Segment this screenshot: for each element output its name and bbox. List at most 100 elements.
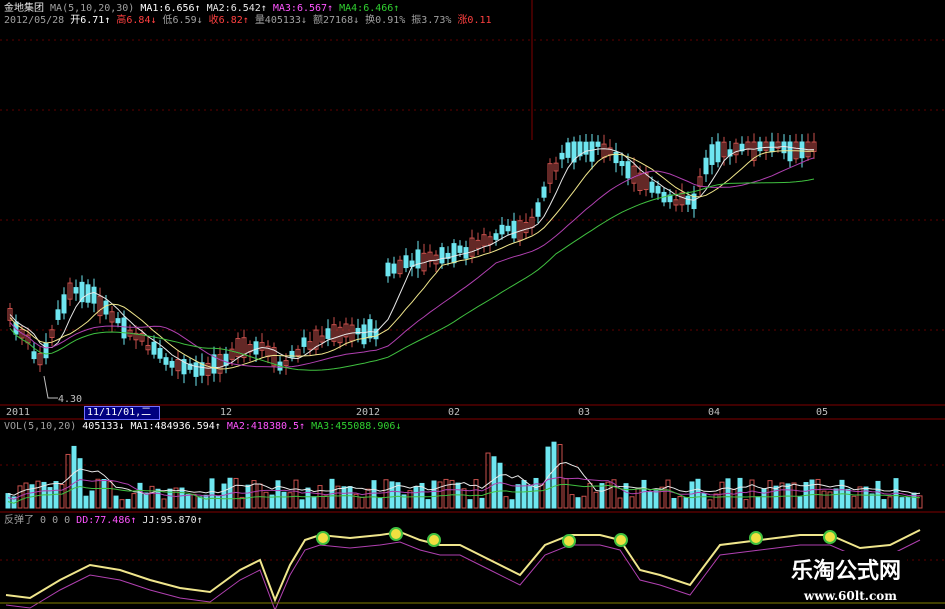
cursor-date-label[interactable]: 11/11/01,二: [84, 406, 160, 420]
volume-bar: [887, 496, 893, 509]
volume-bar: [617, 497, 623, 509]
volume-bar: [179, 487, 185, 509]
volume-bar: [461, 488, 467, 509]
volume-header: VOL(5,10,20) 405133↓ MA1:484936.594↑ MA2…: [4, 421, 401, 433]
volume-bar: [125, 498, 131, 509]
volume-bar: [653, 490, 659, 509]
volume-bar: [191, 493, 197, 509]
axis-label-04: 04: [708, 407, 721, 418]
volume-bar: [473, 479, 479, 509]
candle-body: [121, 317, 127, 339]
candle-body: [685, 195, 691, 205]
candle-body: [361, 324, 367, 345]
volume-bar: [431, 480, 437, 509]
volume-bar: [59, 484, 65, 509]
volume-bar: [263, 491, 269, 509]
axis-label-12: 12: [220, 407, 233, 418]
volume-bar: [857, 486, 863, 509]
volume-bar: [851, 495, 857, 509]
volume-bar: [503, 496, 509, 509]
volume-bar: [35, 480, 41, 509]
indicator-zeros: 0 0 0: [40, 515, 71, 526]
volume-bar: [509, 499, 515, 509]
volume-bar: [65, 453, 71, 509]
candle-body: [43, 342, 49, 359]
volume-bar: [365, 488, 371, 509]
candle-body: [505, 225, 511, 232]
volume-bar: [701, 492, 707, 509]
volume-bar: [677, 496, 683, 509]
volume-bar: [623, 483, 629, 509]
volume-bar: [383, 479, 389, 509]
volume-bar: [791, 482, 797, 509]
volume-bar: [203, 494, 209, 509]
volume-bar: [311, 496, 317, 509]
volume-bar: [881, 499, 887, 509]
volume-bar: [671, 497, 677, 509]
axis-label-2011: 2011: [6, 407, 31, 418]
dd-line: [5, 539, 921, 609]
volume-bar: [245, 484, 251, 509]
volume-ma1: MA1:484936.594↑: [130, 421, 221, 432]
candle-body: [559, 152, 565, 160]
volume-bar: [827, 491, 833, 509]
candle-body: [169, 360, 175, 368]
volume-bar: [515, 484, 521, 509]
candle-body: [115, 318, 121, 324]
volume-bar: [197, 496, 203, 509]
volume-bar: [77, 458, 83, 509]
volume-bar: [107, 481, 113, 509]
volume-bar: [323, 495, 329, 509]
volume-ma3: MA3:455088.906↓: [311, 421, 402, 432]
watermark-title: 乐淘公式网: [784, 551, 907, 587]
candle-body: [649, 181, 655, 193]
volume-bar: [23, 482, 29, 509]
volume-bar: [149, 485, 155, 509]
candle-body: [757, 141, 763, 152]
axis-label-05: 05: [816, 407, 829, 418]
volume-bar: [347, 486, 353, 509]
low-marker-pointer: [43, 375, 58, 399]
indicator-name: 反弹了: [4, 515, 34, 526]
candle-body: [301, 337, 307, 347]
volume-bar: [689, 481, 695, 509]
candle-body: [391, 263, 397, 274]
signal-marker-icon: [823, 530, 837, 544]
volume-bar: [443, 478, 449, 509]
volume-bar: [233, 477, 239, 509]
candle-body: [799, 141, 805, 159]
volume-bar: [683, 497, 689, 509]
candle-body: [367, 319, 373, 339]
volume-bar: [425, 499, 431, 509]
candle-body: [439, 247, 445, 264]
candle-body: [103, 300, 109, 315]
volume-bar: [497, 462, 503, 509]
volume-bar: [599, 483, 605, 509]
volume-bar: [185, 494, 191, 509]
volume-bar: [83, 495, 89, 509]
volume-bar: [899, 497, 905, 509]
candle-body: [511, 220, 517, 239]
candle-body: [31, 351, 37, 360]
volume-bar: [5, 493, 11, 509]
volume-bar: [131, 493, 137, 509]
candle-body: [709, 144, 715, 165]
volume-bar: [155, 488, 161, 509]
signal-marker-icon: [562, 534, 576, 548]
volume-bar: [359, 496, 365, 509]
watermark-url: www.60lt.com: [804, 589, 897, 603]
volume-bar: [533, 477, 539, 509]
volume-bar: [647, 491, 653, 509]
candle-body: [541, 186, 547, 198]
volume-bar: [629, 496, 635, 509]
volume-bar: [491, 456, 497, 509]
volume-bar: [755, 496, 761, 509]
volume-bar: [809, 479, 815, 509]
volume-bar: [305, 487, 311, 509]
candle-body: [655, 185, 661, 194]
candle-body: [223, 353, 229, 366]
volume-bar: [413, 486, 419, 509]
volume-bar: [389, 481, 395, 509]
volume-bar: [833, 488, 839, 509]
volume-bar: [581, 495, 587, 509]
